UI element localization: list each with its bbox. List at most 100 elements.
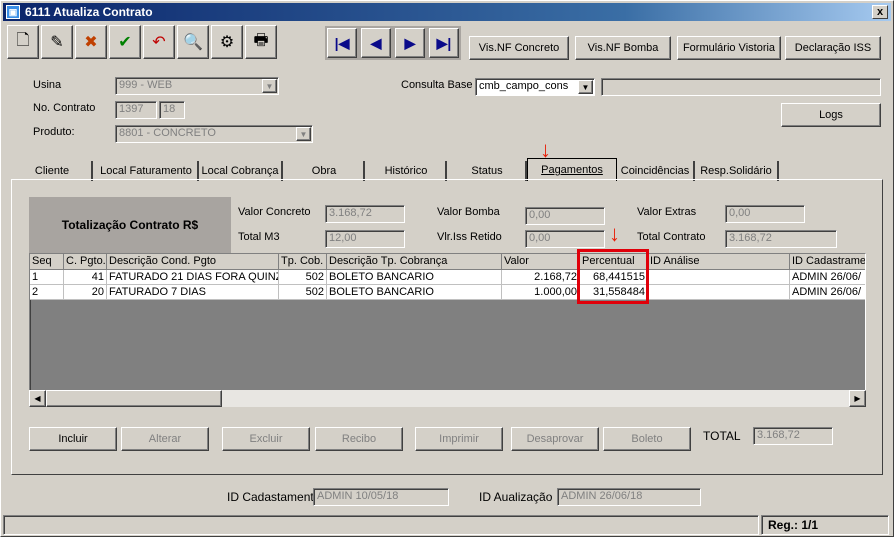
total-label: TOTAL [703, 429, 741, 443]
valor-bomba-field: 0,00 [525, 207, 605, 225]
new-icon[interactable]: 🗋 [7, 25, 39, 59]
vlr-iss-field: 0,00 [525, 230, 605, 248]
contrato-label: No. Contrato [33, 102, 96, 114]
print-preview-icon[interactable]: ⚙ [211, 25, 243, 59]
col-valor[interactable]: Valor [502, 254, 580, 270]
tab-obra[interactable]: Obra [285, 161, 365, 181]
record-navigator: |◀ ◀ ▶ ▶| [325, 26, 461, 60]
record-counter: Reg.: 1/1 [761, 515, 889, 535]
recibo-button[interactable]: Recibo [315, 427, 403, 451]
total-contrato-field: 3.168,72 [725, 230, 837, 248]
confirm-icon[interactable]: ✔ [109, 25, 141, 59]
cell-valor: 1.000,00 [502, 285, 580, 300]
col-c-pgto[interactable]: C. Pgto. [64, 254, 107, 270]
col-descricao-tp-cobranca[interactable]: Descrição Tp. Cobrança [327, 254, 502, 270]
usina-combo[interactable]: 999 - WEB ▼ [115, 77, 279, 95]
consulta-base-input[interactable] [601, 78, 881, 96]
grid-header: Seq C. Pgto. Descrição Cond. Pgto Tp. Co… [30, 254, 865, 270]
status-message [3, 515, 759, 535]
find-icon[interactable]: 🔍 [177, 25, 209, 59]
excluir-button[interactable]: Excluir [222, 427, 310, 451]
col-id-analise[interactable]: ID Análise [648, 254, 790, 270]
table-row[interactable]: 1 41 FATURADO 21 DIAS FORA QUINZ 502 BOL… [30, 270, 865, 285]
chevron-down-icon[interactable]: ▼ [296, 127, 311, 141]
consulta-base-label: Consulta Base [401, 79, 473, 91]
tab-local-cobranca[interactable]: Local Cobrança [199, 161, 283, 181]
print-icon[interactable]: 🖶 [245, 25, 277, 59]
produto-combo[interactable]: 8801 - CONCRETO ▼ [115, 125, 313, 143]
chevron-down-icon[interactable]: ▼ [578, 80, 593, 94]
last-record-icon[interactable]: ▶| [429, 28, 459, 58]
usina-value: 999 - WEB [119, 79, 173, 91]
total-m3-field: 12,00 [325, 230, 405, 248]
cell-c-pgto: 20 [64, 285, 107, 300]
cell-seq: 1 [30, 270, 64, 285]
undo-icon[interactable]: ↶ [143, 25, 175, 59]
id-cadastamento-label: ID Cadastamento [227, 490, 321, 504]
total-field: 3.168,72 [753, 427, 833, 445]
first-record-icon[interactable]: |◀ [327, 28, 357, 58]
usina-label: Usina [33, 79, 62, 91]
col-seq[interactable]: Seq [30, 254, 64, 270]
title-bar[interactable]: ▣ 6111 Atualiza Contrato x [3, 3, 891, 21]
produto-label: Produto: [33, 126, 75, 138]
payments-grid[interactable]: Seq C. Pgto. Descrição Cond. Pgto Tp. Co… [29, 253, 866, 407]
col-descricao-cond-pgto[interactable]: Descrição Cond. Pgto [107, 254, 279, 270]
valor-bomba-label: Valor Bomba [437, 206, 500, 218]
horizontal-scrollbar[interactable]: ◀ ▶ [29, 390, 866, 407]
consulta-base-combo[interactable]: cmb_campo_cons ▼ [475, 78, 595, 96]
scroll-left-icon[interactable]: ◀ [29, 390, 46, 407]
tab-resp-solidario[interactable]: Resp.Solidário [695, 161, 779, 181]
cell-descricao-cond-pgto: FATURADO 21 DIAS FORA QUINZ [107, 270, 279, 285]
totalizacao-title: Totalização Contrato R$ [29, 197, 231, 253]
tab-cliente[interactable]: Cliente [13, 161, 93, 181]
vis-nf-concreto-button[interactable]: Vis.NF Concreto [469, 36, 569, 60]
cell-descricao-tp-cobranca: BOLETO BANCARIO [327, 270, 502, 285]
cell-descricao-cond-pgto: FATURADO 7 DIAS [107, 285, 279, 300]
tab-pagamentos[interactable]: Pagamentos [527, 158, 617, 181]
scrollbar-thumb[interactable] [46, 390, 222, 407]
valor-extras-label: Valor Extras [637, 206, 697, 218]
status-bar: Reg.: 1/1 [3, 515, 891, 535]
total-contrato-label: Total Contrato [637, 231, 706, 243]
next-record-icon[interactable]: ▶ [395, 28, 425, 58]
cell-id-analise [648, 285, 790, 300]
valor-extras-field: 0,00 [725, 205, 805, 223]
declaracao-iss-button[interactable]: Declaração ISS [785, 36, 881, 60]
chevron-down-icon[interactable]: ▼ [262, 79, 277, 93]
window-title: 6111 Atualiza Contrato [25, 5, 153, 19]
tab-coincidencias[interactable]: Coincidências [617, 161, 695, 181]
cell-seq: 2 [30, 285, 64, 300]
formulario-vistoria-button[interactable]: Formulário Vistoria [677, 36, 781, 60]
consulta-base-value: cmb_campo_cons [479, 80, 569, 92]
tab-historico[interactable]: Histórico [367, 161, 447, 181]
vis-nf-bomba-button[interactable]: Vis.NF Bomba [575, 36, 671, 60]
cell-valor: 2.168,72 [502, 270, 580, 285]
tab-local-faturamento[interactable]: Local Faturamento [95, 161, 199, 181]
table-row[interactable]: 2 20 FATURADO 7 DIAS 502 BOLETO BANCARIO… [30, 285, 865, 300]
alterar-button[interactable]: Alterar [121, 427, 209, 451]
boleto-button[interactable]: Boleto [603, 427, 691, 451]
delete-icon[interactable]: ✖ [75, 25, 107, 59]
main-window: ▣ 6111 Atualiza Contrato x 🗋 ✎ ✖ ✔ ↶ 🔍 ⚙… [0, 0, 894, 537]
col-id-cadastramento[interactable]: ID Cadastrame [790, 254, 865, 270]
close-button[interactable]: x [872, 5, 888, 19]
logs-button[interactable]: Logs [781, 103, 881, 127]
cell-descricao-tp-cobranca: BOLETO BANCARIO [327, 285, 502, 300]
produto-value: 8801 - CONCRETO [119, 127, 216, 139]
contrato-seq-field[interactable]: 18 [159, 101, 185, 119]
tab-status[interactable]: Status [449, 161, 527, 181]
edit-icon[interactable]: ✎ [41, 25, 73, 59]
scroll-right-icon[interactable]: ▶ [849, 390, 866, 407]
previous-record-icon[interactable]: ◀ [361, 28, 391, 58]
cell-tp-cob: 502 [279, 270, 327, 285]
desaprovar-button[interactable]: Desaprovar [511, 427, 599, 451]
imprimir-button[interactable]: Imprimir [415, 427, 503, 451]
highlight-box [577, 249, 649, 304]
col-tp-cob[interactable]: Tp. Cob. [279, 254, 327, 270]
vlr-iss-label: Vlr.Iss Retido [437, 231, 502, 243]
incluir-button[interactable]: Incluir [29, 427, 117, 451]
app-icon: ▣ [6, 5, 20, 19]
id-cadastamento-field: ADMIN 10/05/18 [313, 488, 449, 506]
contrato-field[interactable]: 1397 [115, 101, 157, 119]
